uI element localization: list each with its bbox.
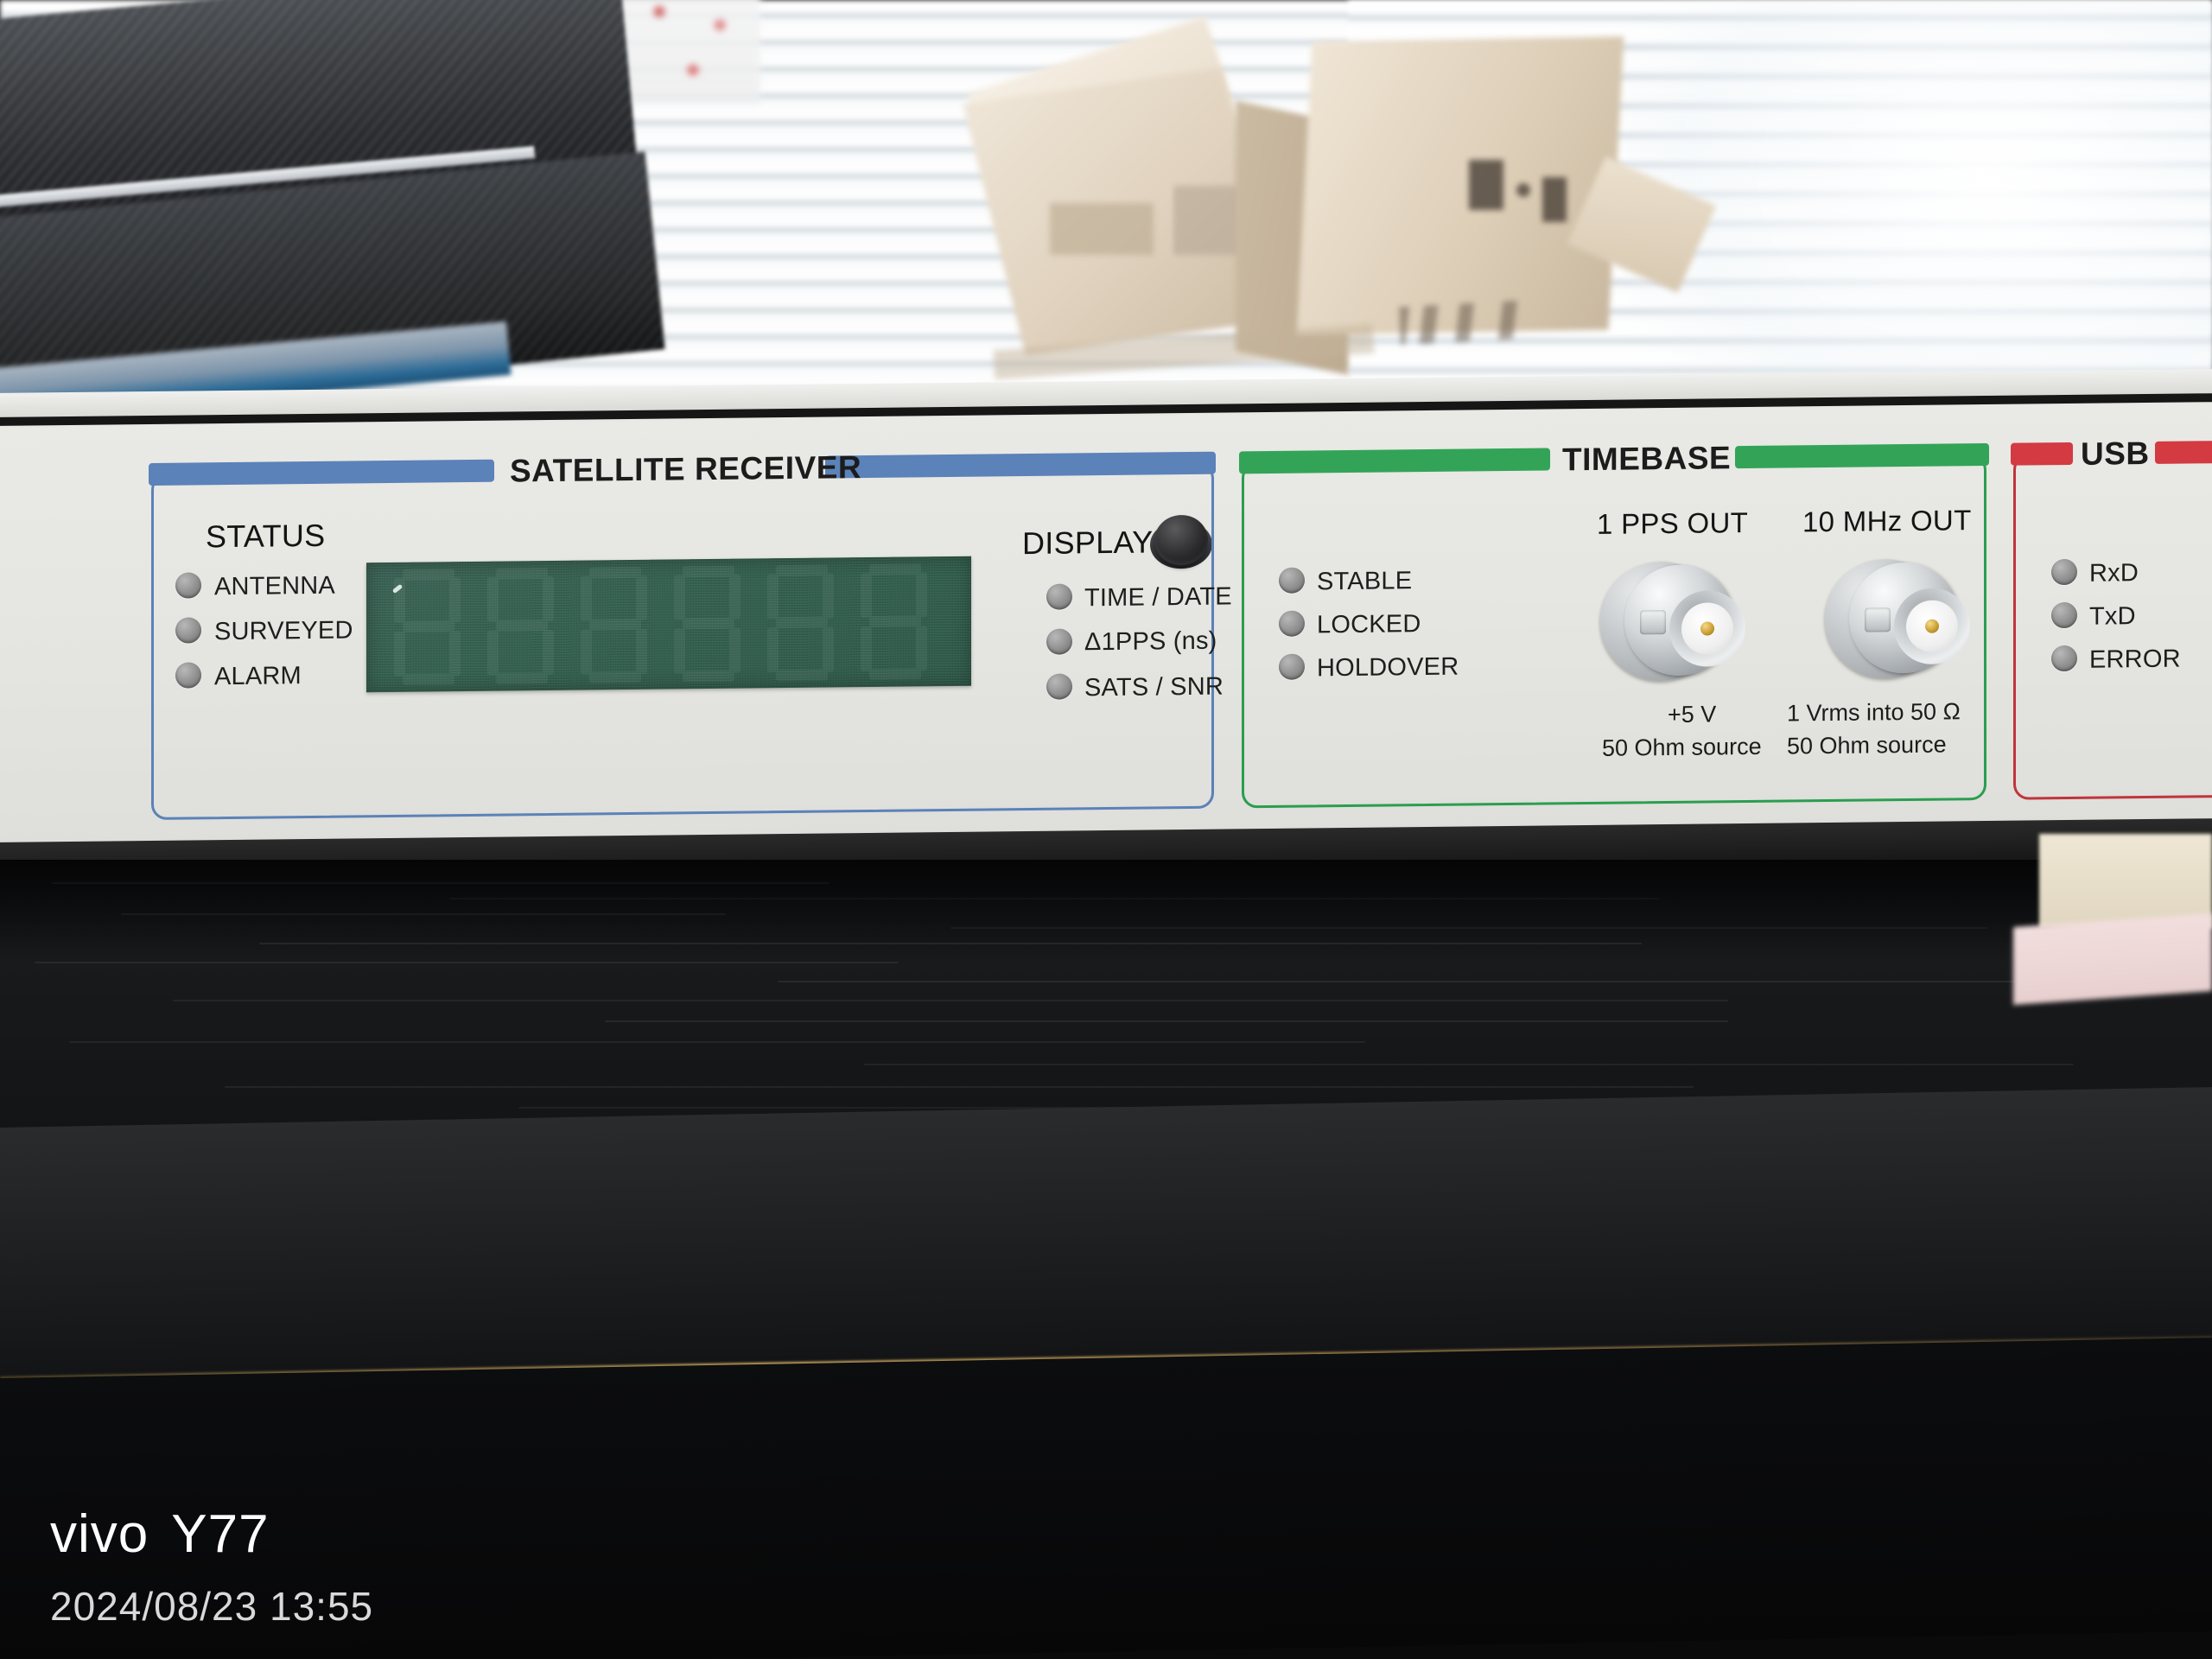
bnc-connector-1pps-out[interactable] [1600,556,1745,687]
box-barcode [1175,186,1244,255]
led-label-error: ERROR [2089,645,2181,674]
led-label-antenna: ANTENNA [214,571,335,601]
section-title-satellite-receiver: SATELLITE RECEIVER [510,449,862,489]
led-label-sats-snr: SATS / SNR [1084,672,1224,702]
led-stable [1279,567,1305,594]
watermark-brand-name: vivo [50,1504,149,1564]
led-label-time-date: TIME / DATE [1084,582,1232,613]
front-panel: SATELLITE RECEIVER STATUS ANTENNA SURVEY… [0,402,2212,858]
satellite-band-right [825,451,1216,479]
photo-scene: SATELLITE RECEIVER STATUS ANTENNA SURVEY… [0,0,2212,1659]
connector-spec-1pps-voltage: +5 V [1668,701,1717,728]
led-label-surveyed: SURVEYED [214,616,353,646]
box-print-mark-1 [1469,160,1503,210]
usb-band-right [2155,440,2212,464]
lcd-digit-3 [575,566,655,683]
bnc-10mhz-barrel [1849,562,1970,674]
watermark-model: Y77 [171,1504,270,1564]
led-label-stable: STABLE [1317,567,1413,596]
section-title-usb: USB [2081,435,2150,472]
lcd-digit-2 [482,568,562,684]
connector-spec-1pps-impedance: 50 Ohm source [1602,733,1762,761]
led-rxd [2051,558,2077,586]
box-print-mark-3 [1542,177,1567,222]
connector-label-10mhz-out: 10 MHz OUT [1802,504,1972,538]
bnc-1pps-center-pin [1700,621,1714,636]
led-locked [1279,610,1305,637]
lcd-digit-5 [762,564,842,682]
led-txd [2051,601,2077,629]
bnc-1pps-barrel [1624,564,1745,677]
led-label-delta-1pps: Δ1PPS (ns) [1084,626,1217,657]
bnc-connector-10mhz-out[interactable] [1825,553,1970,684]
wooden-desk [0,860,2212,1659]
led-label-locked: LOCKED [1317,610,1421,639]
led-label-holdover: HOLDOVER [1317,652,1459,683]
timebase-band-right [1735,442,1989,469]
bnc-1pps-bayonet-lug [1640,610,1666,635]
box-shipping-label [1050,203,1154,255]
bnc-10mhz-center-pin [1925,619,1939,633]
timebase-band-left [1239,448,1550,474]
connector-label-1pps-out: 1 PPS OUT [1597,505,1749,540]
led-label-rxd: RxD [2089,559,2139,588]
usb-band-left [2011,442,2073,466]
led-label-alarm: ALARM [214,662,302,691]
connector-spec-10mhz-impedance: 50 Ohm source [1787,731,1947,760]
lcd-display[interactable] [366,556,971,693]
display-group-label: DISPLAY [1022,524,1154,562]
cardboard-box-right [1296,36,1624,335]
led-error [2051,645,2077,672]
status-group-label: STATUS [206,517,326,555]
instrument-chassis: SATELLITE RECEIVER STATUS ANTENNA SURVEY… [0,369,2212,877]
box-print-mark-2 [1516,183,1530,197]
device-cast-shadow [0,860,2212,963]
lcd-digit-4 [669,565,748,683]
satellite-band-left [149,459,494,486]
camera-watermark-brand: vivo Y77 [50,1503,270,1565]
lcd-digit-6 [855,563,935,681]
connector-spec-10mhz-level: 1 Vrms into 50 Ω [1787,698,1961,727]
bnc-10mhz-bayonet-lug [1865,607,1891,632]
led-holdover [1279,653,1305,680]
background-pink-surface [2013,912,2212,1006]
camera-watermark-datetime: 2024/08/23 13:55 [50,1584,374,1629]
section-title-timebase: TIMEBASE [1562,440,1732,478]
led-label-txd: TxD [2089,602,2136,631]
